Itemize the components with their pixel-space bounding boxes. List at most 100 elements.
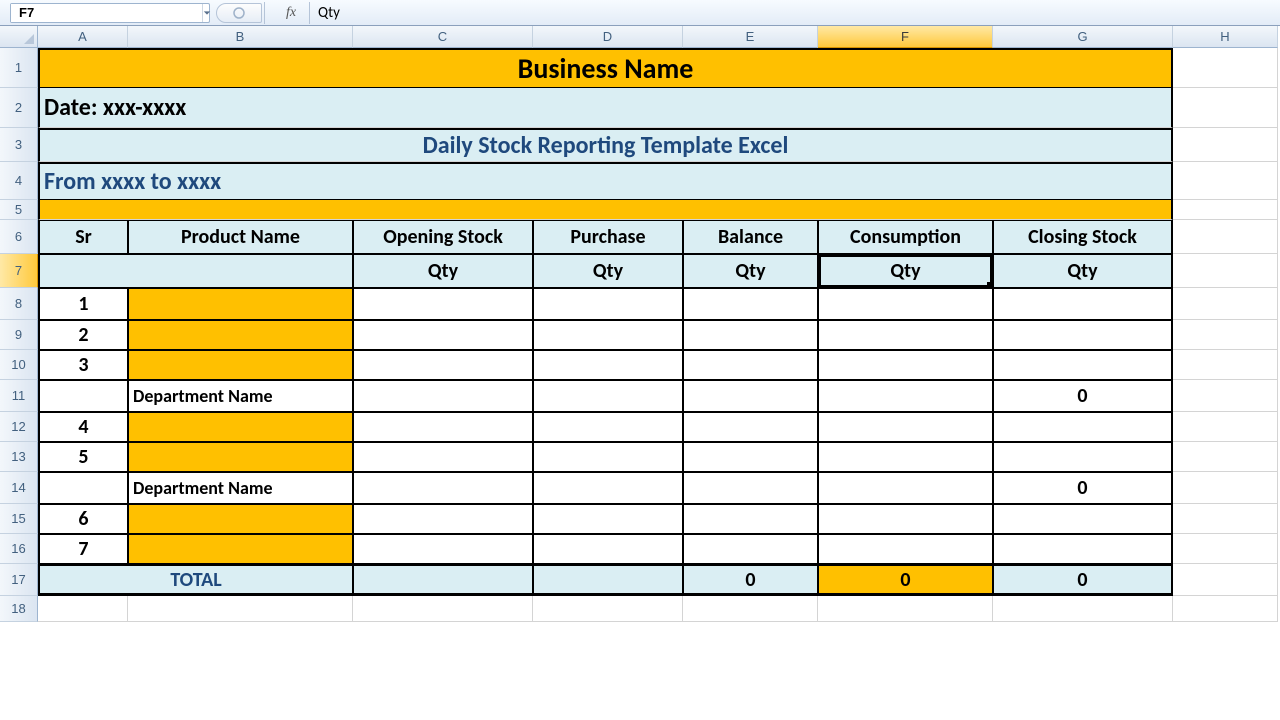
row-header-10[interactable]: 10 [0, 350, 38, 380]
cell[interactable] [38, 596, 128, 622]
row-header-13[interactable]: 13 [0, 442, 38, 472]
cell[interactable] [128, 288, 353, 320]
row-header-12[interactable]: 12 [0, 412, 38, 442]
cell[interactable] [993, 288, 1173, 320]
cell[interactable] [128, 442, 353, 472]
name-box[interactable] [10, 3, 210, 23]
row-header-14[interactable]: 14 [0, 472, 38, 504]
cell[interactable] [993, 320, 1173, 350]
cell[interactable] [353, 564, 533, 596]
cell[interactable] [818, 350, 993, 380]
cell[interactable] [1173, 442, 1278, 472]
row-header-16[interactable]: 16 [0, 534, 38, 564]
cell[interactable]: Department Name [128, 380, 353, 412]
cell[interactable]: Qty [818, 254, 993, 288]
cell[interactable] [818, 442, 993, 472]
cell[interactable]: Qty [533, 254, 683, 288]
row-header-4[interactable]: 4 [0, 162, 38, 200]
column-header-D[interactable]: D [533, 26, 683, 48]
cell[interactable] [1173, 472, 1278, 504]
cell[interactable] [993, 534, 1173, 564]
cell[interactable]: Department Name [128, 472, 353, 504]
cell[interactable]: Consumption [818, 220, 993, 254]
column-header-F[interactable]: F [818, 26, 993, 48]
cell[interactable] [128, 596, 353, 622]
cell[interactable]: 2 [38, 320, 128, 350]
cell[interactable] [353, 412, 533, 442]
cell[interactable]: Qty [353, 254, 533, 288]
cell[interactable]: Daily Stock Reporting Template Excel [38, 128, 1173, 162]
cell[interactable] [1173, 254, 1278, 288]
cell[interactable] [353, 320, 533, 350]
fx-icon[interactable]: fx [275, 5, 307, 21]
cell[interactable] [38, 254, 353, 288]
cell[interactable] [128, 320, 353, 350]
cell[interactable]: 0 [993, 380, 1173, 412]
cell[interactable] [1173, 128, 1278, 162]
cell[interactable] [128, 412, 353, 442]
cell[interactable] [683, 596, 818, 622]
cell[interactable] [533, 442, 683, 472]
cell[interactable] [533, 534, 683, 564]
column-header-G[interactable]: G [993, 26, 1173, 48]
cell[interactable] [818, 288, 993, 320]
cell[interactable] [533, 472, 683, 504]
cell[interactable]: Date: xxx-xxxx [38, 88, 1173, 128]
cell[interactable]: Business Name [38, 48, 1173, 88]
cell[interactable]: 4 [38, 412, 128, 442]
cell[interactable]: 7 [38, 534, 128, 564]
cell[interactable] [683, 472, 818, 504]
cell[interactable] [533, 350, 683, 380]
row-header-9[interactable]: 9 [0, 320, 38, 350]
cell[interactable] [128, 504, 353, 534]
cell[interactable]: Balance [683, 220, 818, 254]
row-header-8[interactable]: 8 [0, 288, 38, 320]
cell[interactable] [533, 320, 683, 350]
cell[interactable] [993, 442, 1173, 472]
cell[interactable] [38, 472, 128, 504]
cell[interactable]: Qty [683, 254, 818, 288]
column-header-C[interactable]: C [353, 26, 533, 48]
column-header-E[interactable]: E [683, 26, 818, 48]
row-header-2[interactable]: 2 [0, 88, 38, 128]
cell[interactable]: Product Name [128, 220, 353, 254]
cell[interactable] [818, 380, 993, 412]
cell[interactable] [683, 442, 818, 472]
cell[interactable]: 6 [38, 504, 128, 534]
cell[interactable] [1173, 288, 1278, 320]
cell[interactable] [353, 442, 533, 472]
cell[interactable]: 0 [993, 472, 1173, 504]
cell[interactable] [533, 288, 683, 320]
cell[interactable] [353, 472, 533, 504]
row-header-3[interactable]: 3 [0, 128, 38, 162]
cell[interactable]: From xxxx to xxxx [38, 162, 1173, 200]
cell[interactable] [683, 350, 818, 380]
cell[interactable] [353, 350, 533, 380]
cell[interactable] [683, 534, 818, 564]
cell[interactable] [128, 534, 353, 564]
cell[interactable] [818, 534, 993, 564]
cells-area[interactable]: Business NameDate: xxx-xxxxDaily Stock R… [38, 48, 1278, 622]
row-header-6[interactable]: 6 [0, 220, 38, 254]
cell[interactable] [993, 350, 1173, 380]
row-header-1[interactable]: 1 [0, 48, 38, 88]
row-header-18[interactable]: 18 [0, 596, 38, 622]
cell[interactable] [1173, 504, 1278, 534]
cell[interactable] [818, 596, 993, 622]
cell[interactable]: 1 [38, 288, 128, 320]
cell[interactable] [683, 504, 818, 534]
cell[interactable] [993, 412, 1173, 442]
cell[interactable] [533, 564, 683, 596]
cell[interactable] [1173, 200, 1278, 220]
cell[interactable] [993, 596, 1173, 622]
cell[interactable] [818, 320, 993, 350]
cell[interactable] [353, 534, 533, 564]
cell[interactable] [1173, 350, 1278, 380]
cell[interactable] [1173, 48, 1278, 88]
row-header-15[interactable]: 15 [0, 504, 38, 534]
cell[interactable] [533, 504, 683, 534]
cell[interactable] [818, 504, 993, 534]
name-box-dropdown-icon[interactable] [202, 4, 211, 22]
cell[interactable] [353, 504, 533, 534]
cell[interactable]: Sr [38, 220, 128, 254]
